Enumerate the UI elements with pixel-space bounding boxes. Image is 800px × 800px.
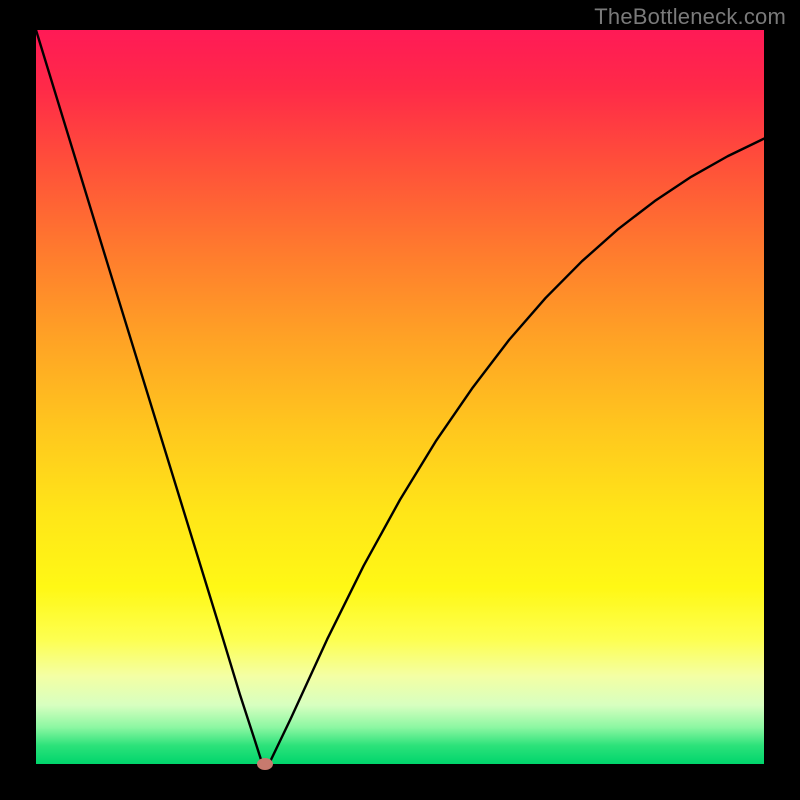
watermark-text: TheBottleneck.com bbox=[594, 4, 786, 30]
plot-area bbox=[36, 30, 764, 764]
optimal-point-marker bbox=[257, 758, 273, 770]
bottleneck-curve-path bbox=[36, 30, 764, 764]
bottleneck-curve-svg bbox=[36, 30, 764, 764]
chart-frame: TheBottleneck.com bbox=[0, 0, 800, 800]
